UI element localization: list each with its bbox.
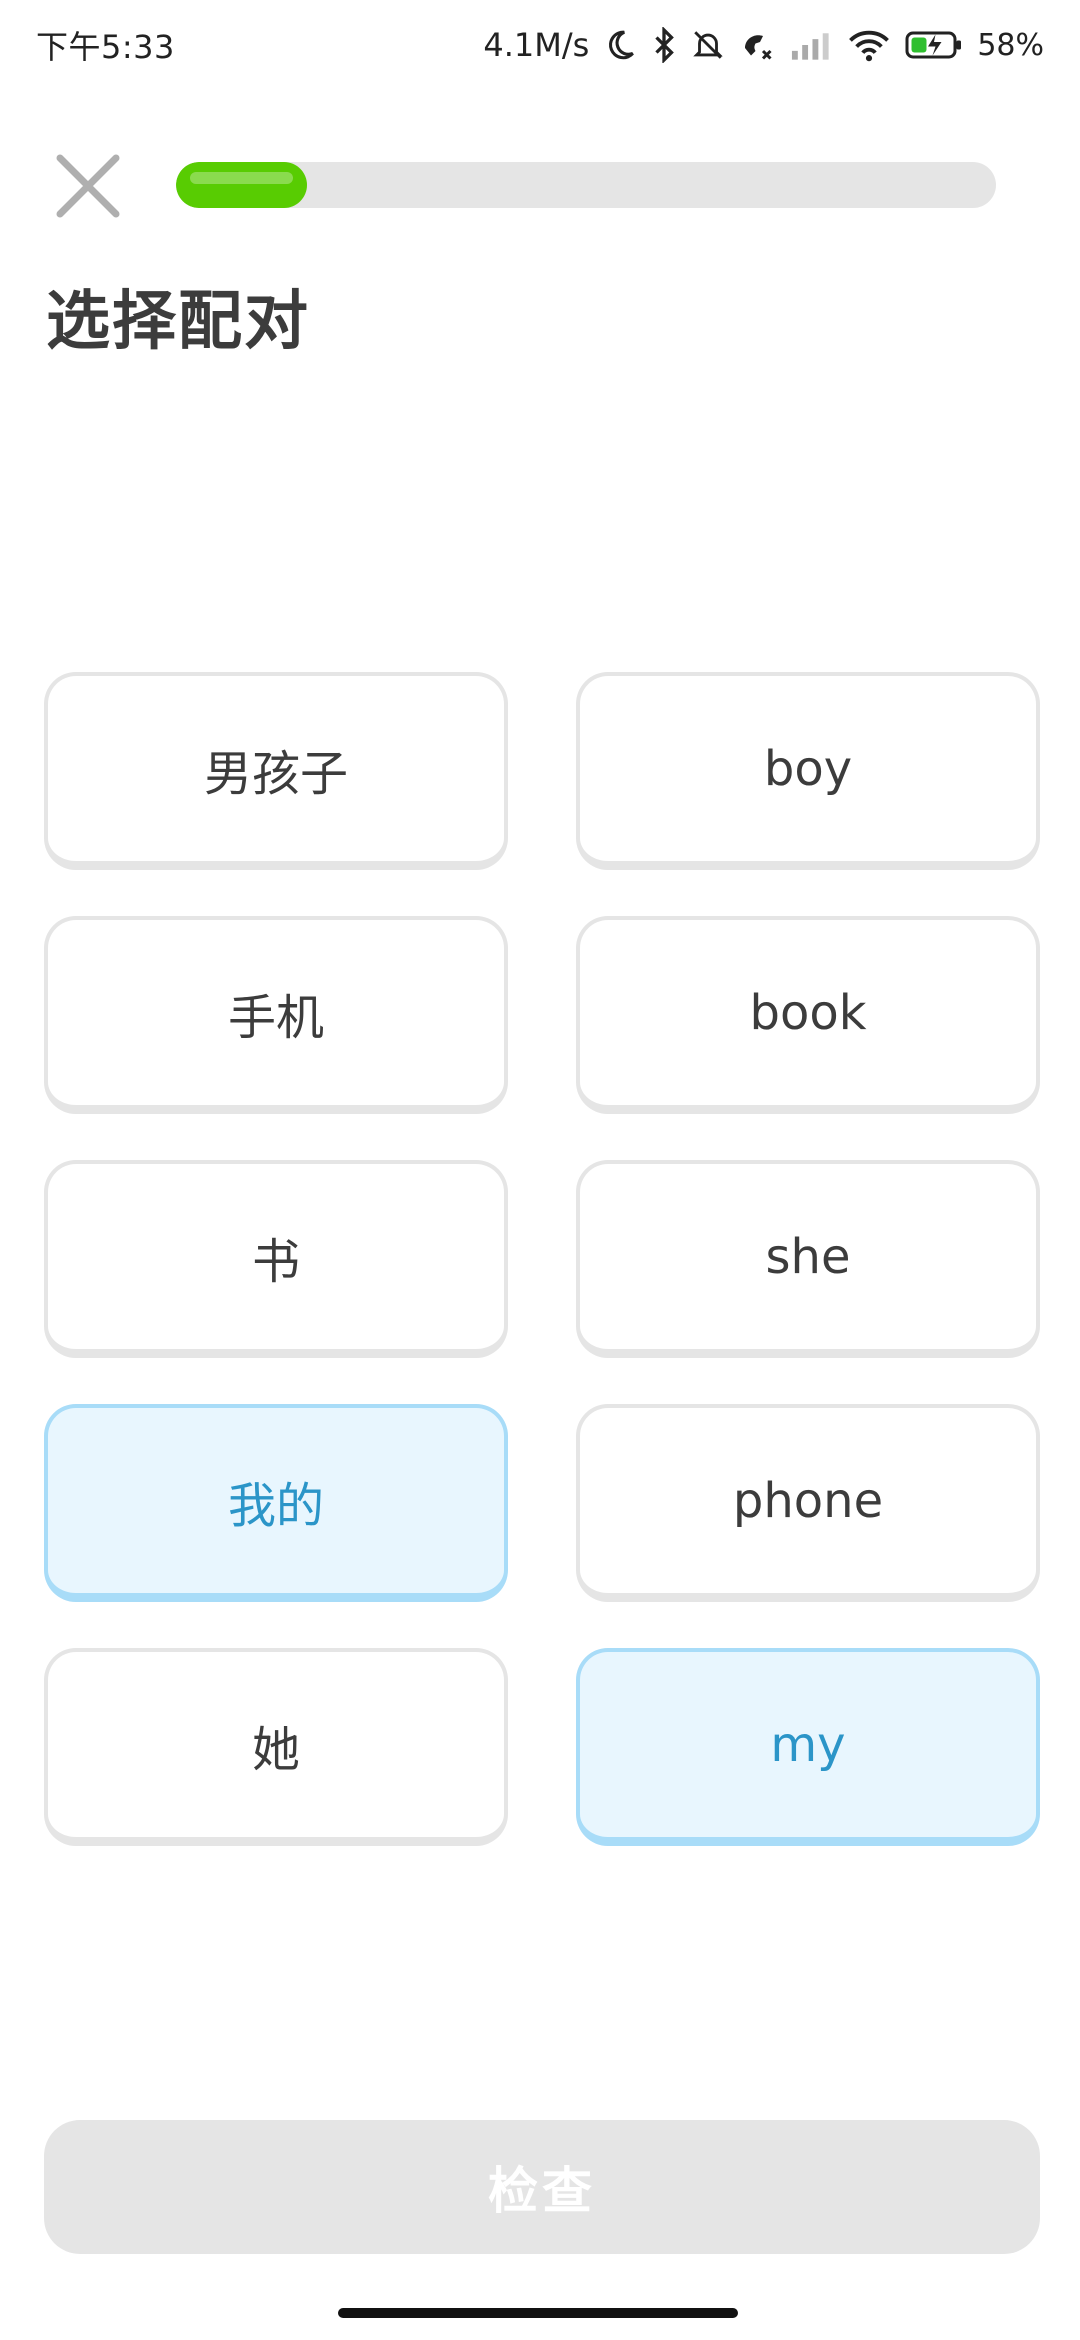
progress-shine xyxy=(190,172,293,184)
wifi-icon xyxy=(847,28,891,62)
battery-percent: 58% xyxy=(977,27,1044,63)
tile-left-1[interactable]: 男孩子 xyxy=(44,672,508,870)
match-tiles-grid: 男孩子 boy 手机 book 书 she 我的 phone 她 my xyxy=(44,672,1040,1846)
moon-icon xyxy=(603,28,637,62)
tile-right-3[interactable]: she xyxy=(576,1160,1040,1358)
tile-left-5[interactable]: 她 xyxy=(44,1648,508,1846)
bell-off-icon xyxy=(691,27,725,63)
tile-right-1[interactable]: boy xyxy=(576,672,1040,870)
check-button[interactable]: 检查 xyxy=(44,2120,1040,2254)
tile-left-2[interactable]: 手机 xyxy=(44,916,508,1114)
tile-right-5[interactable]: my xyxy=(576,1648,1040,1846)
battery-charging-icon xyxy=(905,30,963,60)
progress-fill xyxy=(176,162,307,208)
tile-left-4[interactable]: 我的 xyxy=(44,1404,508,1602)
signal-icon xyxy=(789,30,833,60)
home-indicator[interactable] xyxy=(338,2308,738,2318)
tile-right-4[interactable]: phone xyxy=(576,1404,1040,1602)
status-icons: 4.1M/s 58% xyxy=(483,26,1044,64)
status-bar: 下午5:33 4.1M/s 58% xyxy=(0,0,1080,90)
page-title: 选择配对 xyxy=(46,285,310,359)
close-icon xyxy=(56,154,120,218)
close-button[interactable] xyxy=(50,148,126,224)
lesson-progress-bar xyxy=(176,162,996,208)
call-icon xyxy=(739,27,775,63)
bluetooth-icon xyxy=(651,27,677,63)
network-speed: 4.1M/s xyxy=(483,26,590,64)
status-time: 下午5:33 xyxy=(36,28,175,66)
lesson-screen: 下午5:33 4.1M/s 58% 选择配对 男孩子 boy 手机 book 书… xyxy=(0,0,1080,2340)
tile-left-3[interactable]: 书 xyxy=(44,1160,508,1358)
tile-right-2[interactable]: book xyxy=(576,916,1040,1114)
